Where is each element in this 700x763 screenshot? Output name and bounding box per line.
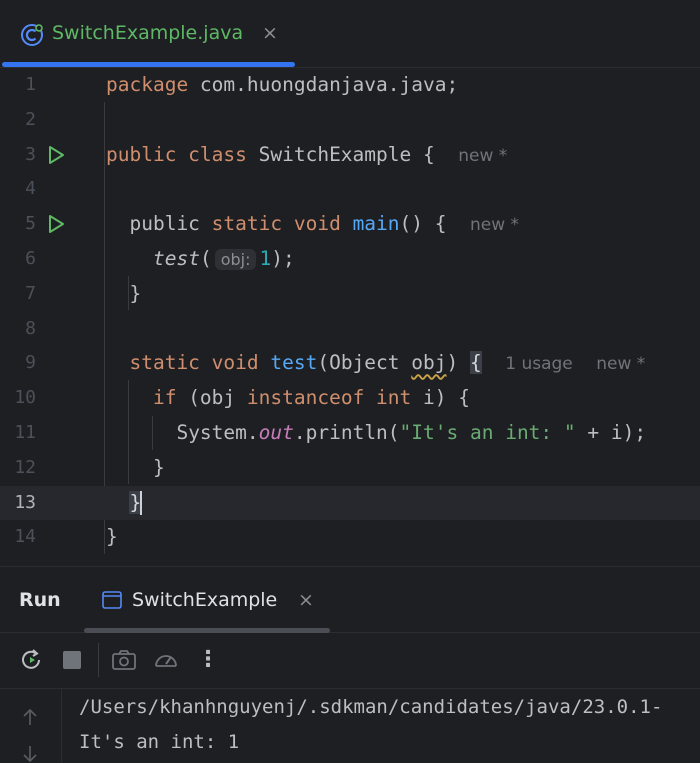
run-method-icon[interactable] [46, 214, 66, 234]
line-number: 13 [14, 491, 36, 513]
inlay-hint[interactable]: new * [596, 354, 645, 374]
console-output[interactable]: /Users/khanhnguyenj/.sdkman/candidates/j… [0, 689, 700, 763]
code-line-13-current: 13 } [0, 485, 700, 521]
more-icon[interactable]: ⋮ [195, 647, 221, 673]
rerun-icon[interactable] [19, 647, 45, 673]
code-line-3: 3 public class SwitchExample { new * [0, 138, 700, 173]
line-number: 2 [25, 108, 36, 130]
editor-tab-switchexample[interactable]: SwitchExample.java × [0, 0, 295, 68]
code-line-10: 10 if (obj instanceof int i) { [0, 381, 700, 416]
scroll-down-icon[interactable] [20, 744, 40, 763]
console-line: /Users/khanhnguyenj/.sdkman/candidates/j… [79, 696, 663, 718]
line-number: 14 [14, 526, 36, 548]
code-line-7: 7 } [0, 277, 700, 312]
line-number: 3 [25, 143, 36, 165]
run-tool-header: Run SwitchExample × [0, 567, 700, 633]
code-line-1: 1 package com.huongdanjava.java; [0, 68, 700, 103]
code-text: System.out.println("It's an int: " + i); [176, 421, 647, 444]
line-number: 5 [25, 213, 36, 235]
run-tool-window: Run SwitchExample × ⋮ /Users/khanhnguyen… [0, 566, 700, 763]
code-line-12: 12 } [0, 451, 700, 486]
line-number: 1 [25, 74, 36, 95]
editor-tab-label: SwitchExample.java [52, 22, 244, 44]
run-config-icon [102, 591, 122, 609]
unused-warning[interactable]: obj [411, 351, 446, 374]
code-line-8: 8 [0, 312, 700, 347]
code-line-2: 2 [0, 103, 700, 138]
line-number: 4 [25, 178, 36, 200]
code-line-9: 9 static void test(Object obj) { 1 usage… [0, 346, 700, 381]
code-text: } [129, 490, 143, 516]
close-tab-icon[interactable]: × [262, 22, 278, 44]
line-number: 12 [14, 456, 36, 478]
line-number: 9 [25, 352, 36, 374]
code-line-6: 6 test(obj: 1); [0, 242, 700, 277]
code-text: test(obj: 1); [152, 247, 295, 270]
java-class-icon [21, 24, 43, 46]
code-text: package com.huongdanjava.java; [106, 73, 459, 96]
inlay-hint[interactable]: new * [458, 146, 507, 166]
camera-icon[interactable] [111, 647, 137, 673]
toolbar-separator [98, 643, 99, 677]
line-number: 7 [25, 282, 36, 304]
run-class-icon[interactable] [46, 145, 66, 165]
console-gutter [0, 689, 62, 763]
line-number: 6 [25, 248, 36, 269]
code-text: public class SwitchExample { new * [106, 142, 508, 166]
scroll-up-icon[interactable] [20, 707, 40, 727]
code-line-14: 14 } [0, 520, 700, 555]
inlay-hint[interactable]: new * [470, 215, 519, 235]
code-text: public static void main() { new * [129, 212, 520, 236]
code-text: } [106, 525, 118, 549]
code-text: } [129, 281, 142, 305]
code-line-11: 11 System.out.println("It's an int: " + … [0, 416, 700, 451]
text-caret [140, 491, 143, 516]
run-toolbar: ⋮ [0, 633, 700, 689]
line-number: 8 [25, 317, 36, 339]
code-line-5: 5 public static void main() { new * [0, 207, 700, 242]
stop-icon[interactable] [59, 647, 85, 673]
profiler-icon[interactable] [153, 647, 179, 673]
code-line-4: 4 [0, 172, 700, 207]
console-line: It's an int: 1 [79, 731, 240, 753]
code-text: if (obj instanceof int i) { [152, 386, 470, 410]
active-tab-indicator [2, 62, 295, 67]
run-panel-title: Run [19, 589, 61, 611]
code-text: static void test(Object obj) { 1 usage n… [129, 351, 646, 375]
code-editor[interactable]: 1 package com.huongdanjava.java; 2 3 pub… [0, 68, 700, 566]
run-tab-switchexample[interactable]: SwitchExample × [84, 567, 330, 633]
close-run-tab-icon[interactable]: × [298, 589, 314, 611]
line-number: 11 [14, 422, 36, 443]
editor-tab-bar: SwitchExample.java × [0, 0, 700, 68]
parameter-hint: obj: [214, 249, 257, 270]
run-tab-label: SwitchExample [132, 589, 278, 611]
code-text: } [152, 455, 165, 479]
usages-hint[interactable]: 1 usage [505, 354, 573, 374]
line-number: 10 [14, 387, 36, 409]
